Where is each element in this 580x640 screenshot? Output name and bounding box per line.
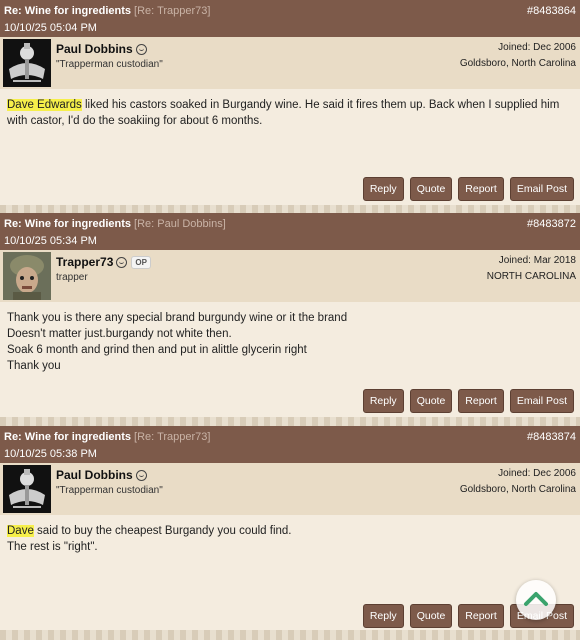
post-id[interactable]: #8483872 xyxy=(527,218,576,230)
post-text: liked his castors soaked in Burgandy win… xyxy=(7,99,560,127)
post-id[interactable]: #8483874 xyxy=(527,431,576,443)
scroll-to-top-button[interactable] xyxy=(516,580,556,620)
post: Re: Wine for ingredients [Re: Paul Dobbin… xyxy=(0,213,580,417)
author-title: trapper xyxy=(56,272,88,283)
report-button[interactable]: Report xyxy=(458,604,504,628)
quote-button[interactable]: Quote xyxy=(409,604,453,628)
author-panel: Paul Dobbins "Trapperman custodian" Join… xyxy=(0,463,580,515)
highlighted-text: Dave Edwards xyxy=(7,99,82,111)
reply-button[interactable]: Reply xyxy=(362,604,404,628)
author-location: Goldsboro, North Carolina xyxy=(459,58,576,69)
author-location: Goldsboro, North Carolina xyxy=(459,484,576,495)
joined-date: Joined: Mar 2018 xyxy=(498,255,576,266)
author-location: NORTH CAROLINA xyxy=(486,271,576,282)
email-post-button[interactable]: Email Post xyxy=(509,389,574,413)
smiley-status-icon xyxy=(135,470,147,482)
reply-button[interactable]: Reply xyxy=(362,177,404,201)
post: Re: Wine for ingredients [Re: Trapper73] … xyxy=(0,0,580,205)
smiley-status-icon xyxy=(116,257,128,269)
post-title[interactable]: Re: Wine for ingredients [Re: Trapper73] xyxy=(4,431,210,443)
smiley-status-icon xyxy=(135,44,147,56)
post-text: The rest is "right". xyxy=(7,541,98,553)
avatar[interactable] xyxy=(3,39,51,87)
reply-to[interactable]: [Re: Trapper73] xyxy=(134,431,210,443)
divider xyxy=(0,630,580,640)
author-panel: Paul Dobbins "Trapperman custodian" Join… xyxy=(0,37,580,89)
post: Re: Wine for ingredients [Re: Trapper73] … xyxy=(0,426,580,632)
author-name[interactable]: Paul Dobbins xyxy=(56,468,147,482)
highlighted-text: Dave xyxy=(7,525,34,537)
post-text: Dave said to buy the cheapest Burgandy y… xyxy=(7,525,292,537)
post-body: Thank you is there any special brand bur… xyxy=(0,302,580,417)
post-title[interactable]: Re: Wine for ingredients [Re: Trapper73] xyxy=(4,5,210,17)
post-text: Soak 6 month and grind then and put in a… xyxy=(7,344,307,356)
avatar[interactable] xyxy=(3,252,51,300)
post-id[interactable]: #8483864 xyxy=(527,5,576,17)
email-post-button[interactable]: Email Post xyxy=(509,177,574,201)
post-header: Re: Wine for ingredients [Re: Trapper73] … xyxy=(0,426,580,463)
author-name[interactable]: Trapper73 OP xyxy=(56,255,151,270)
joined-date: Joined: Dec 2006 xyxy=(498,468,576,479)
author-name[interactable]: Paul Dobbins xyxy=(56,42,147,56)
reply-button[interactable]: Reply xyxy=(362,389,404,413)
post-text: Thank you xyxy=(7,360,61,372)
op-badge: OP xyxy=(131,256,151,270)
post-date: 10/10/25 05:04 PM xyxy=(4,22,97,34)
reply-to[interactable]: [Re: Paul Dobbins] xyxy=(134,218,226,230)
post-body: Dave Edwards liked his castors soaked in… xyxy=(0,89,580,205)
post-text: Thank you is there any special brand bur… xyxy=(7,312,348,324)
avatar[interactable] xyxy=(3,465,51,513)
author-panel: Trapper73 OP trapper Joined: Mar 2018 NOR… xyxy=(0,250,580,302)
reply-to[interactable]: [Re: Trapper73] xyxy=(134,5,210,17)
chevron-up-icon xyxy=(524,592,548,606)
quote-button[interactable]: Quote xyxy=(409,177,453,201)
post-title[interactable]: Re: Wine for ingredients [Re: Paul Dobbin… xyxy=(4,218,226,230)
author-title: "Trapperman custodian" xyxy=(56,485,163,496)
post-actions: Reply Quote Report Email Post xyxy=(362,389,574,413)
author-title: "Trapperman custodian" xyxy=(56,59,163,70)
post-date: 10/10/25 05:38 PM xyxy=(4,448,97,460)
post-text: Doesn't matter just.burgandy not white t… xyxy=(7,328,232,340)
post-header: Re: Wine for ingredients [Re: Trapper73] … xyxy=(0,0,580,37)
post-actions: Reply Quote Report Email Post xyxy=(362,177,574,201)
quote-button[interactable]: Quote xyxy=(409,389,453,413)
joined-date: Joined: Dec 2006 xyxy=(498,42,576,53)
post-header: Re: Wine for ingredients [Re: Paul Dobbin… xyxy=(0,213,580,250)
report-button[interactable]: Report xyxy=(458,177,504,201)
report-button[interactable]: Report xyxy=(458,389,504,413)
post-body: Dave said to buy the cheapest Burgandy y… xyxy=(0,515,580,632)
post-date: 10/10/25 05:34 PM xyxy=(4,235,97,247)
